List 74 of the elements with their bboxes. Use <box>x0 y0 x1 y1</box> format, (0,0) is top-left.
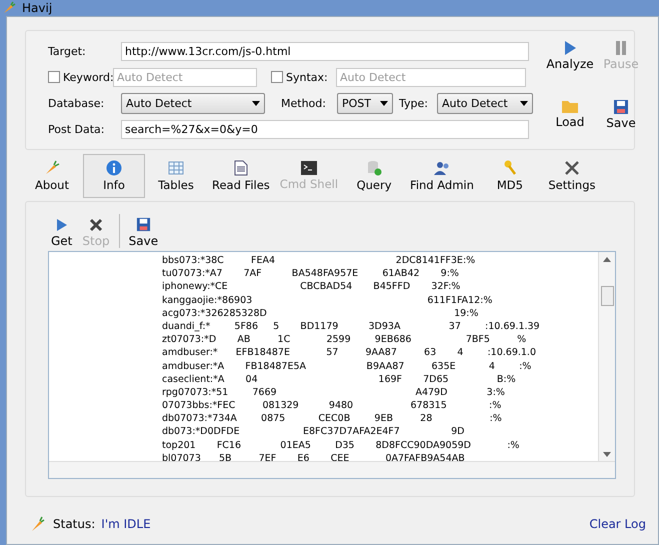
database-icon <box>366 160 382 176</box>
post-data-field[interactable]: search=%27&x=0&y=0 <box>121 120 529 138</box>
field-label: Keyword: <box>63 70 113 84</box>
scroll-down-icon <box>603 452 611 457</box>
tab[interactable]: Tables <box>145 154 207 198</box>
terminal-icon <box>300 161 317 175</box>
output-line: acg073:*326285328D 19:% <box>162 306 478 320</box>
pause-icon <box>614 40 628 56</box>
output-line: top201 FC16 01EA5 D35 8D8FCC90DA9059D :% <box>162 438 520 452</box>
type-dropdown[interactable]: Auto Detect <box>437 92 533 114</box>
document-icon <box>234 160 248 176</box>
output-line: rpg07073:*51 7669 A479D 3:% <box>162 386 505 400</box>
tab[interactable]: Settings <box>540 154 603 198</box>
users-icon <box>432 160 451 176</box>
window-title: Havij <box>22 1 52 15</box>
status-label: Status: <box>53 517 96 531</box>
field-label: Target: <box>48 44 87 58</box>
method-dropdown[interactable]: POST <box>337 92 393 114</box>
scrollbar-thumb[interactable] <box>601 286 614 306</box>
output-line: amdbuser:*A FB18487E5A B9AA87 635E 4 :% <box>162 360 532 373</box>
carrot-icon <box>31 516 45 532</box>
output-line: tu07073:*A7 7AF BA548FA957E 61AB42 9:% <box>162 267 459 280</box>
target-field[interactable]: http://www.13cr.com/js-0.html <box>121 42 529 60</box>
tab[interactable]: Read Files <box>207 154 275 198</box>
dropdown-arrow-icon <box>380 100 388 106</box>
key-icon <box>502 160 517 176</box>
carrot-icon <box>2 1 16 15</box>
field-label: Database: <box>48 96 106 110</box>
toolbar-button[interactable]: Analyze <box>541 38 599 90</box>
output-line: iphonewy:*CE CBCBAD54 B45FFD 32F:% <box>162 280 460 294</box>
toolbar-button[interactable]: Save <box>126 217 162 248</box>
tools-icon <box>564 160 580 176</box>
folder-icon <box>561 98 579 114</box>
dropdown-arrow-icon <box>520 100 528 106</box>
play-icon <box>563 40 577 56</box>
field-label: Post Data: <box>48 122 106 136</box>
database-dropdown[interactable]: Auto Detect <box>121 92 265 114</box>
output-line: db073:*D0DFDE E8FC37D7AFA2E4F7 9D <box>162 425 464 439</box>
tab[interactable]: Info <box>83 154 145 198</box>
play-icon <box>56 218 68 232</box>
syntax-checkbox[interactable] <box>271 71 283 83</box>
tab[interactable]: Find Admin <box>405 154 479 198</box>
output-line: caseclient:*A 04 169F 7D65 B:% <box>162 372 516 386</box>
field-label: Type: <box>399 96 429 110</box>
vertical-scrollbar[interactable] <box>598 252 615 462</box>
dropdown-arrow-icon <box>252 100 260 106</box>
output-line: bbs073:*38C FEA4 2DC8141FF3E:% <box>162 254 476 268</box>
status-text: I'm IDLE <box>101 517 151 531</box>
clear-log-link[interactable]: Clear Log <box>589 517 646 531</box>
output-line: duandi_f:* 5F86 5 BD1179 3D93A 37 :10.69.1.39 <box>162 320 540 334</box>
toolbar-button[interactable]: Get <box>48 218 76 248</box>
info-icon <box>106 160 122 176</box>
tab[interactable]: MD5 <box>478 154 541 198</box>
toolbar-button[interactable]: Save <box>599 96 643 149</box>
output-line: bl07073 5B 7EF E6 CEE 0A7FAFB9A54AB <box>162 452 465 465</box>
output-line: amdbuser:* EFB18487E 57 9AA87 63 4 :10.69.1.0 <box>162 346 536 360</box>
output-text-area[interactable] <box>48 251 616 479</box>
output-line: 07073bbs:*FEC 081329 9480 678315 :% <box>162 399 502 412</box>
keyword-field[interactable]: Auto Detect <box>113 68 257 86</box>
close-icon <box>89 218 104 232</box>
horizontal-scrollbar[interactable] <box>49 461 615 478</box>
output-line: zt07073:*D AB 1C 2599 9EB686 7BF5 % <box>162 333 526 346</box>
output-line: db07073:*734A 0875 CEC0B 9EB 28 :% <box>162 412 502 426</box>
carrot-icon <box>44 160 60 176</box>
table-icon <box>168 160 184 176</box>
keyword-checkbox[interactable] <box>48 71 60 83</box>
field-label: Syntax: <box>286 70 329 84</box>
tab[interactable]: Query <box>343 154 406 198</box>
tab[interactable]: About <box>21 154 83 198</box>
field-label: Method: <box>281 96 327 110</box>
syntax-field[interactable]: Auto Detect <box>336 68 526 86</box>
output-line: kanggaojie:*86903 611F1FA12:% <box>162 294 492 307</box>
scroll-up-icon <box>603 257 611 262</box>
toolbar-button[interactable]: Load <box>541 96 599 149</box>
